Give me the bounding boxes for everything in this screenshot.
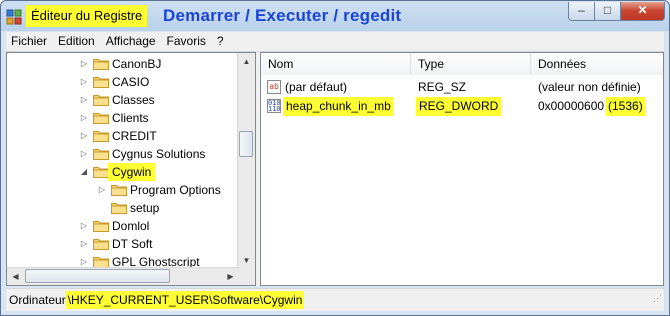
resize-grip-icon[interactable]: ⋰ [653, 287, 662, 309]
column-header-type[interactable]: Type [411, 53, 531, 75]
folder-icon [93, 149, 109, 160]
tree-vertical-scrollbar[interactable]: ▲ ▼ [237, 53, 255, 269]
client-area: ▷ CanonBJ ▷ CASIO ▷ Classes ▷ Clients ▷ CREDIT ▷ Cy… [6, 52, 664, 286]
value-type: REG_DWORD [416, 97, 502, 116]
folder-icon [93, 59, 109, 70]
tree-item-label: Program Options [130, 183, 221, 197]
value-name: (par défaut) [285, 80, 348, 94]
menu-edition[interactable]: Edition [53, 32, 100, 51]
folder-icon [111, 203, 127, 214]
scroll-thumb[interactable] [239, 131, 253, 157]
menu-help[interactable]: ? [212, 32, 229, 51]
menu-bar: Fichier Edition Affichage Favoris ? [6, 32, 664, 52]
folder-icon [93, 221, 109, 232]
folder-icon [111, 185, 127, 196]
collapsed-arrow-icon[interactable]: ▷ [79, 73, 89, 91]
tree-item-label: CASIO [112, 75, 150, 89]
folder-icon [93, 167, 109, 178]
column-header-nom[interactable]: Nom [261, 53, 411, 75]
regedit-app-icon [6, 9, 22, 25]
tree-item-label: DT Soft [112, 237, 153, 251]
hscroll-thumb[interactable] [25, 269, 170, 283]
column-header-donnees[interactable]: Données [531, 53, 663, 75]
collapsed-arrow-icon[interactable]: ▷ [79, 55, 89, 73]
value-type: REG_SZ [418, 80, 467, 94]
collapsed-arrow-icon[interactable]: ▷ [79, 217, 89, 235]
caption-buttons: – □ ✕ [568, 2, 665, 21]
tree-item-label: setup [130, 201, 160, 215]
scroll-corner [238, 268, 255, 285]
folder-icon [93, 113, 109, 124]
tree-item-label: CanonBJ [112, 57, 162, 71]
value-data-decimal: (1536) [606, 97, 645, 116]
value-row-default[interactable]: ab (par défaut) REG_SZ (valeur non défin… [261, 78, 663, 97]
value-name: heap_chunk_in_mb [283, 97, 394, 116]
tree-item-label: Clients [112, 111, 149, 125]
maximize-button[interactable]: □ [595, 2, 621, 21]
folder-icon [93, 77, 109, 88]
binary-value-icon: 010 110 [267, 99, 281, 113]
minimize-button[interactable]: – [568, 2, 595, 21]
tree-item-label: CREDIT [112, 129, 157, 143]
tree-item-label: Classes [112, 93, 155, 107]
scroll-up-icon[interactable]: ▲ [238, 53, 255, 70]
tree-horizontal-scrollbar[interactable]: ◀ ▶ [7, 267, 239, 285]
value-row-heap-chunk[interactable]: 010 110 heap_chunk_in_mb REG_DWORD 0x0000… [261, 97, 663, 116]
scroll-down-icon[interactable]: ▼ [238, 252, 255, 269]
status-path: \HKEY_CURRENT_USER\Software\Cygwin [65, 291, 305, 309]
menu-fichier[interactable]: Fichier [6, 32, 52, 51]
value-data: (valeur non définie) [538, 80, 641, 94]
regedit-window: Éditeur du Registre Demarrer / Executer … [0, 0, 670, 316]
folder-icon [93, 131, 109, 142]
collapsed-arrow-icon[interactable]: ▷ [79, 235, 89, 253]
collapsed-arrow-icon[interactable]: ▷ [79, 127, 89, 145]
folder-icon [93, 239, 109, 250]
scroll-left-icon[interactable]: ◀ [7, 268, 24, 285]
status-prefix: Ordinateur [9, 293, 66, 307]
menu-affichage[interactable]: Affichage [101, 32, 161, 51]
value-data-hex: 0x00000600 [538, 99, 605, 113]
expanded-arrow-icon[interactable]: ◢ [79, 163, 89, 181]
title-bar[interactable]: Éditeur du Registre Demarrer / Executer … [1, 1, 669, 32]
values-list[interactable]: Nom Type Données ab (par défaut) REG_SZ … [260, 52, 664, 286]
collapsed-arrow-icon[interactable]: ▷ [79, 109, 89, 127]
collapsed-arrow-icon[interactable]: ▷ [79, 91, 89, 109]
menu-favoris[interactable]: Favoris [162, 32, 211, 51]
collapsed-arrow-icon[interactable]: ▷ [79, 145, 89, 163]
close-button[interactable]: ✕ [621, 2, 665, 21]
string-value-icon: ab [267, 80, 281, 94]
window-title: Éditeur du Registre [26, 5, 148, 27]
registry-tree[interactable]: ▷ CanonBJ ▷ CASIO ▷ Classes ▷ Clients ▷ CREDIT ▷ Cy… [6, 52, 256, 286]
folder-icon [93, 95, 109, 106]
tree-item-label: Cygnus Solutions [112, 147, 206, 161]
overlay-caption: Demarrer / Executer / regedit [163, 6, 402, 25]
tree-item-label: Domlol [112, 219, 150, 233]
status-bar: Ordinateur \HKEY_CURRENT_USER\Software\Cy… [6, 288, 664, 311]
tree-item-label: Cygwin [108, 163, 156, 181]
scroll-right-icon[interactable]: ▶ [222, 268, 239, 285]
collapsed-arrow-icon[interactable]: ▷ [97, 181, 107, 199]
